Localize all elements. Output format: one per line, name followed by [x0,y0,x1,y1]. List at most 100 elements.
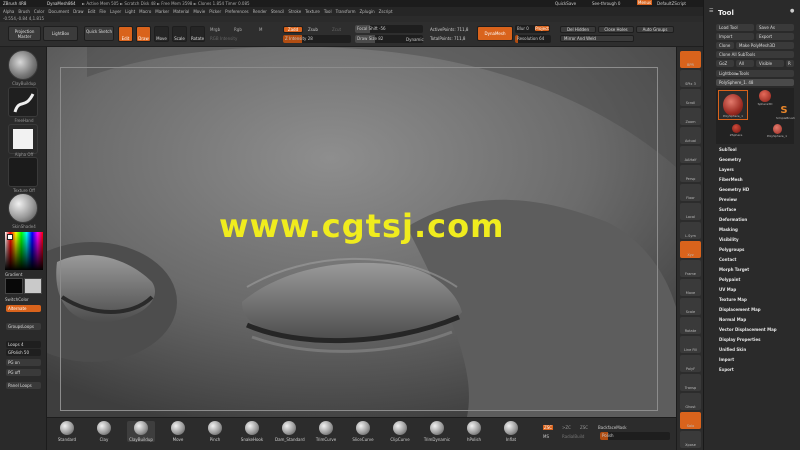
del-hidden-button[interactable]: Del Hidden [560,26,596,33]
right-tool-l-sym[interactable]: L.Sym [680,222,701,239]
quick-sketch-button[interactable]: Quick Sketch [84,26,114,41]
right-tool-bpr[interactable]: BPR [680,51,701,68]
menu-brush[interactable]: Brush [18,9,30,14]
projection-master-button[interactable]: Projection Master [8,26,41,41]
menu-picker[interactable]: Picker [209,9,221,14]
brush-pinch[interactable]: Pinch [201,421,229,442]
right-tool-scale[interactable]: Scale [680,298,701,315]
current-tool-slider[interactable]: PolySphere_1. 48 [716,79,794,86]
zsub-toggle-bottom[interactable]: ZSC [543,425,554,430]
brush-trimcurve[interactable]: TrimCurve [312,421,340,442]
right-tool-spix-3[interactable]: SPix 3 [680,70,701,87]
tool-thumb-simplebrush[interactable]: S SimpleBrush [776,105,795,121]
radial-build-toggle[interactable]: RadialBuild [562,434,584,439]
menu-texture[interactable]: Texture [305,9,320,14]
subpalette-morph-target[interactable]: Morph Target [719,267,777,277]
right-tool-move[interactable]: Move [680,279,701,296]
gpolish-slider[interactable]: GPolish 50 [6,349,41,356]
ms-toggle[interactable]: MS [543,434,549,439]
subpalette-fibermesh[interactable]: FiberMesh [719,177,777,187]
z-intensity-slider[interactable]: Z Intensity 28 [283,35,351,43]
goz-r-button[interactable]: R [786,60,794,67]
import-button[interactable]: Import [716,33,754,40]
brush-move[interactable]: Move [164,421,192,442]
subpalette-contact[interactable]: Contact [719,257,777,267]
make-polymesh-button[interactable]: Make PolyMesh3D [736,42,794,49]
subpalette-visibility[interactable]: Visibility [719,237,777,247]
subpalette-geometry-hd[interactable]: Geometry HD [719,187,777,197]
right-tool-transp[interactable]: Transp [680,374,701,391]
m-toggle[interactable]: M [259,27,262,32]
menu-tool[interactable]: Tool [324,9,332,14]
right-tool-line-fill[interactable]: Line Fill [680,336,701,353]
load-tool-button[interactable]: Load Tool [716,24,754,31]
right-tool-zoom[interactable]: Zoom [680,108,701,125]
goz-all-button[interactable]: All [736,60,754,67]
subpalette-preview[interactable]: Preview [719,197,777,207]
menu-preferences[interactable]: Preferences [225,9,249,14]
brush-selector[interactable] [8,50,38,80]
zsc-toggle-bottom[interactable]: ZSC [580,425,588,430]
right-tool-aahalf[interactable]: AAHalf [680,146,701,163]
subpalette-uv-map[interactable]: UV Map [719,287,777,297]
zcut-toggle[interactable]: Zcut [332,27,341,32]
menu-document[interactable]: Document [48,9,69,14]
tool-thumb-zsphere[interactable]: ZSphere [728,124,744,142]
see-through-slider[interactable]: See-through 0 [592,1,620,6]
brush-dam-standard[interactable]: Dam_Standard [275,421,305,442]
subpalette-subtool[interactable]: SubTool [719,147,777,157]
subpalette-export[interactable]: Export [719,367,777,377]
right-tool-solo[interactable]: Solo [680,412,701,429]
subpalette-displacement-map[interactable]: Displacement Map [719,307,777,317]
right-tool-polyf[interactable]: PolyF [680,355,701,372]
tool-thumb-polysphere-1[interactable]: PolySphere_1 [764,124,790,142]
zsub-toggle[interactable]: Zsub [308,27,318,32]
tool-menu-icon[interactable]: ☰ [709,8,713,14]
save-as-button[interactable]: Save As [756,24,794,31]
mrgb-toggle[interactable]: Mrgb [210,27,220,32]
groups-loops-button[interactable]: GroupsLoops [6,323,41,330]
default-script[interactable]: DefaultZScript [657,1,686,6]
backface-mask-toggle[interactable]: BackfaceMask [598,425,627,430]
brush-clay[interactable]: Clay [90,421,118,442]
subpalette-geometry[interactable]: Geometry [719,157,777,167]
brush-claybuildup[interactable]: ClayBuildup [127,421,155,442]
brush-slicecurve[interactable]: SliceCurve [349,421,377,442]
gradient-toggle[interactable]: Gradient [5,272,22,277]
alpha-selector[interactable] [8,124,38,154]
right-tool-local[interactable]: Local [680,203,701,220]
clone-button[interactable]: Clone [716,42,734,49]
menu-stencil[interactable]: Stencil [271,9,285,14]
menu-material[interactable]: Material [173,9,189,14]
menu-transform[interactable]: Transform [336,9,356,14]
rotate-mode-button[interactable]: Rotate [190,26,205,42]
auto-groups-button[interactable]: Auto Groups [636,26,674,33]
menu-macro[interactable]: Macro [139,9,151,14]
clone-all-subtools-button[interactable]: Clone All SubTools [716,51,794,58]
lightbox-tools-button[interactable]: Lightbox►Tools [716,70,794,77]
stroke-selector[interactable] [8,87,38,117]
right-tool-xpose[interactable]: Xpose [680,431,701,448]
right-tool-persp[interactable]: Persp [680,165,701,182]
brush-trimdynamic[interactable]: TrimDynamic [423,421,451,442]
menu-color[interactable]: Color [34,9,44,14]
subpalette-polygroups[interactable]: Polygroups [719,247,777,257]
alternate-toggle[interactable]: Alternate [6,305,41,312]
menu-file[interactable]: File [99,9,106,14]
brush-clipcurve[interactable]: ClipCurve [386,421,414,442]
subpalette-normal-map[interactable]: Normal Map [719,317,777,327]
panel-loops-button[interactable]: Panel Loops [6,382,41,389]
goz-visible-button[interactable]: Visible [756,60,784,67]
right-tool-xyz[interactable]: Xyz [680,241,701,258]
subpalette-masking[interactable]: Masking [719,227,777,237]
brush-hpolish[interactable]: hPolish [460,421,488,442]
tool-thumb-sphere3d[interactable]: Sphere3D [756,90,774,106]
rgb-intensity-slider[interactable]: RGB Intensity [210,36,237,41]
brush-snakehook[interactable]: SnakeHook [238,421,266,442]
menus-button[interactable]: Menus [637,0,653,5]
project-toggle[interactable]: Project [534,25,550,32]
dynamic-toggle[interactable]: Dynamic [406,37,424,42]
subpalette-texture-map[interactable]: Texture Map [719,297,777,307]
subpalette-vector-displacement-map[interactable]: Vector Displacement Map [719,327,777,337]
texture-selector[interactable] [8,157,38,187]
